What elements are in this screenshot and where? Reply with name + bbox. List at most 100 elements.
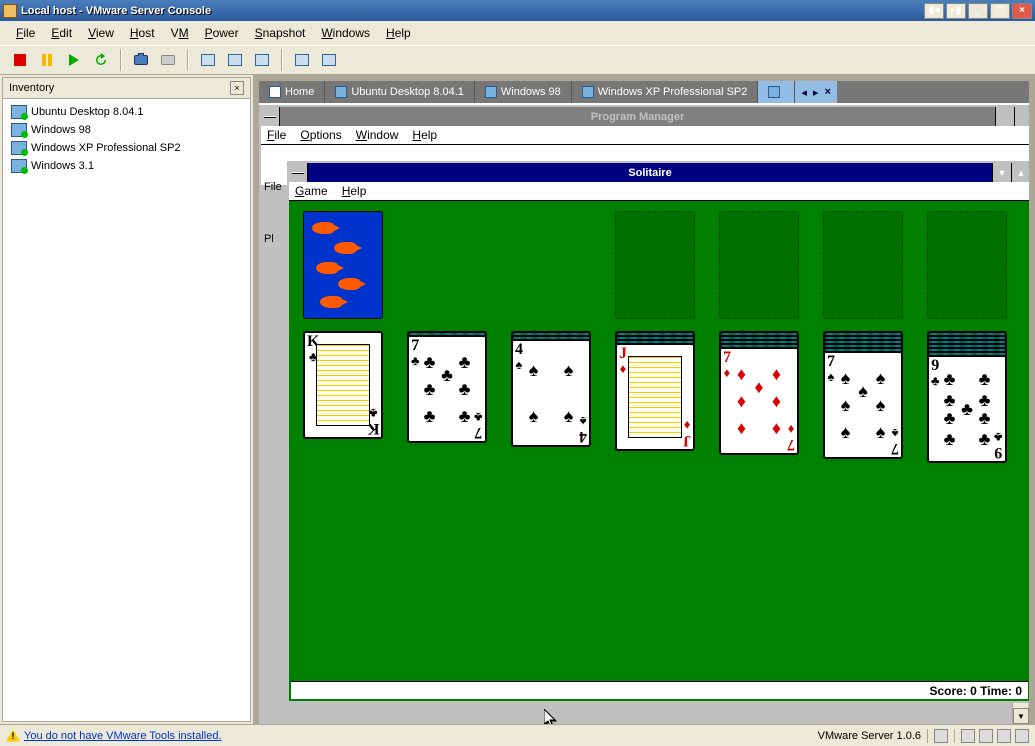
guest-display[interactable]: ▲ ▼ Program Manager ▼ ▲ File Options <box>259 103 1029 724</box>
snapshot-button[interactable] <box>129 48 153 72</box>
view2-button[interactable] <box>223 48 247 72</box>
pm-menu-help[interactable]: Help <box>412 128 437 142</box>
pm-menu-options[interactable]: Options <box>300 128 341 142</box>
pm-titlebar[interactable]: Program Manager ▼ ▲ <box>261 107 1029 126</box>
sol-playfield[interactable]: Score: 0 Time: 0 K♣K♣7♣7♣♣♣♣♣♣♣♣4♠4♠♠♠♠♠… <box>289 201 1029 701</box>
pm-menu-window[interactable]: Window <box>356 128 399 142</box>
inventory-list: Ubuntu Desktop 8.04.1Windows 98Windows X… <box>3 99 250 179</box>
app-titlebar: Local host - VMware Server Console ▮◂ ▸▮… <box>0 0 1035 21</box>
play-button[interactable] <box>62 48 86 72</box>
menubar: File Edit View Host VM Power Snapshot Wi… <box>0 21 1035 45</box>
tab-0[interactable]: Home <box>259 81 325 103</box>
cursor-icon <box>544 709 558 724</box>
menu-help[interactable]: Help <box>380 24 417 42</box>
inventory-item-3[interactable]: Windows 3.1 <box>7 157 246 175</box>
pm-menubar: File Options Window Help <box>261 126 1029 145</box>
card-4-spade[interactable]: 4♠4♠♠♠♠♠ <box>511 339 591 447</box>
card-9-club[interactable]: 9♣9♣♣♣♣♣♣♣♣♣♣ <box>927 355 1007 463</box>
pm-sysmenu-button[interactable] <box>261 107 280 126</box>
sol-title: Solitaire <box>308 167 992 179</box>
card-7-club[interactable]: 7♣7♣♣♣♣♣♣♣♣ <box>407 335 487 443</box>
sol-max-button[interactable]: ▲ <box>1011 163 1029 182</box>
revert-button[interactable] <box>156 48 180 72</box>
tray-icon-1[interactable] <box>934 729 948 743</box>
tray-icon-4[interactable] <box>997 729 1011 743</box>
inventory-item-1[interactable]: Windows 98 <box>7 121 246 139</box>
close-button[interactable]: × <box>1012 3 1032 19</box>
tab-4[interactable] <box>758 81 795 103</box>
sol-menu-help[interactable]: Help <box>342 184 367 198</box>
pm-min-button[interactable]: ▼ <box>995 107 1014 126</box>
vm-icon <box>11 141 27 155</box>
sol-sysmenu-button[interactable] <box>289 163 308 182</box>
foundation-3[interactable] <box>823 211 903 319</box>
card-7-spade[interactable]: 7♠7♠♠♠♠♠♠♠♠ <box>823 351 903 459</box>
statusbar: ! You do not have VMware Tools installed… <box>0 724 1035 746</box>
vm-icon <box>11 159 27 173</box>
tab-icon <box>485 86 497 98</box>
tab-3[interactable]: Windows XP Professional SP2 <box>572 81 759 103</box>
tab-label: Windows 98 <box>501 86 561 98</box>
maximize-button[interactable]: ☐ <box>990 3 1010 19</box>
sidebar-title: Inventory <box>9 82 54 94</box>
sol-titlebar[interactable]: Solitaire ▼ ▲ <box>289 163 1029 182</box>
solitaire-window[interactable]: Solitaire ▼ ▲ Game Help <box>287 161 1029 703</box>
view4-button[interactable] <box>290 48 314 72</box>
tab-close-button[interactable]: × <box>822 86 832 98</box>
view1-button[interactable] <box>196 48 220 72</box>
menu-view[interactable]: View <box>82 24 120 42</box>
tray-icon-3[interactable] <box>979 729 993 743</box>
toolbar <box>0 45 1035 75</box>
view5-button[interactable] <box>317 48 341 72</box>
card-K-club[interactable]: K♣K♣ <box>303 331 383 439</box>
face-art <box>316 344 370 426</box>
menu-windows[interactable]: Windows <box>315 24 376 42</box>
time-label: Time: <box>980 684 1012 698</box>
inventory-item-0[interactable]: Ubuntu Desktop 8.04.1 <box>7 103 246 121</box>
menu-snapshot[interactable]: Snapshot <box>249 24 312 42</box>
score-label: Score: <box>929 684 966 698</box>
view3-button[interactable] <box>250 48 274 72</box>
tab-icon <box>335 86 347 98</box>
scroll-down-button[interactable]: ▼ <box>1013 708 1029 724</box>
card-J-diamond[interactable]: J♦J♦ <box>615 343 695 451</box>
foundation-2[interactable] <box>719 211 799 319</box>
menu-vm[interactable]: VM <box>165 24 195 42</box>
pm-menu-file[interactable]: File <box>267 128 286 142</box>
tray-icon-2[interactable] <box>961 729 975 743</box>
minimize-button[interactable]: _ <box>968 3 988 19</box>
foundation-1[interactable] <box>615 211 695 319</box>
card-7-diamond[interactable]: 7♦7♦♦♦♦♦♦♦♦ <box>719 347 799 455</box>
inventory-item-label: Windows 3.1 <box>31 160 94 172</box>
foundation-4[interactable] <box>927 211 1007 319</box>
app-title: Local host - VMware Server Console <box>21 5 920 17</box>
menu-file[interactable]: File <box>10 24 41 42</box>
time-value: 0 <box>1015 684 1022 698</box>
inventory-item-2[interactable]: Windows XP Professional SP2 <box>7 139 246 157</box>
vm-icon <box>11 105 27 119</box>
pm-max-button[interactable]: ▲ <box>1014 107 1029 126</box>
reset-button[interactable] <box>89 48 113 72</box>
tab-next-button[interactable]: ▸ <box>811 86 821 99</box>
deck[interactable] <box>303 211 383 319</box>
tab-1[interactable]: Ubuntu Desktop 8.04.1 <box>325 81 475 103</box>
tab-label: Ubuntu Desktop 8.04.1 <box>351 86 464 98</box>
sol-min-button[interactable]: ▼ <box>992 163 1011 182</box>
sidebar-close-button[interactable]: × <box>230 81 244 95</box>
tab-2[interactable]: Windows 98 <box>475 81 572 103</box>
tab-prev-button[interactable]: ◂ <box>799 86 809 99</box>
sol-menu-game[interactable]: Game <box>295 184 328 198</box>
shrink-right-button[interactable]: ▸▮ <box>946 3 966 19</box>
shrink-left-button[interactable]: ▮◂ <box>924 3 944 19</box>
tab-label: Windows XP Professional SP2 <box>598 86 748 98</box>
tab-icon <box>582 86 594 98</box>
menu-power[interactable]: Power <box>199 24 245 42</box>
pause-button[interactable] <box>35 48 59 72</box>
stop-button[interactable] <box>8 48 32 72</box>
face-art <box>628 356 682 438</box>
sidebar-header: Inventory × <box>3 78 250 99</box>
menu-host[interactable]: Host <box>124 24 161 42</box>
menu-edit[interactable]: Edit <box>45 24 78 42</box>
tray-icon-5[interactable] <box>1015 729 1029 743</box>
main: Inventory × Ubuntu Desktop 8.04.1Windows… <box>0 75 1035 724</box>
